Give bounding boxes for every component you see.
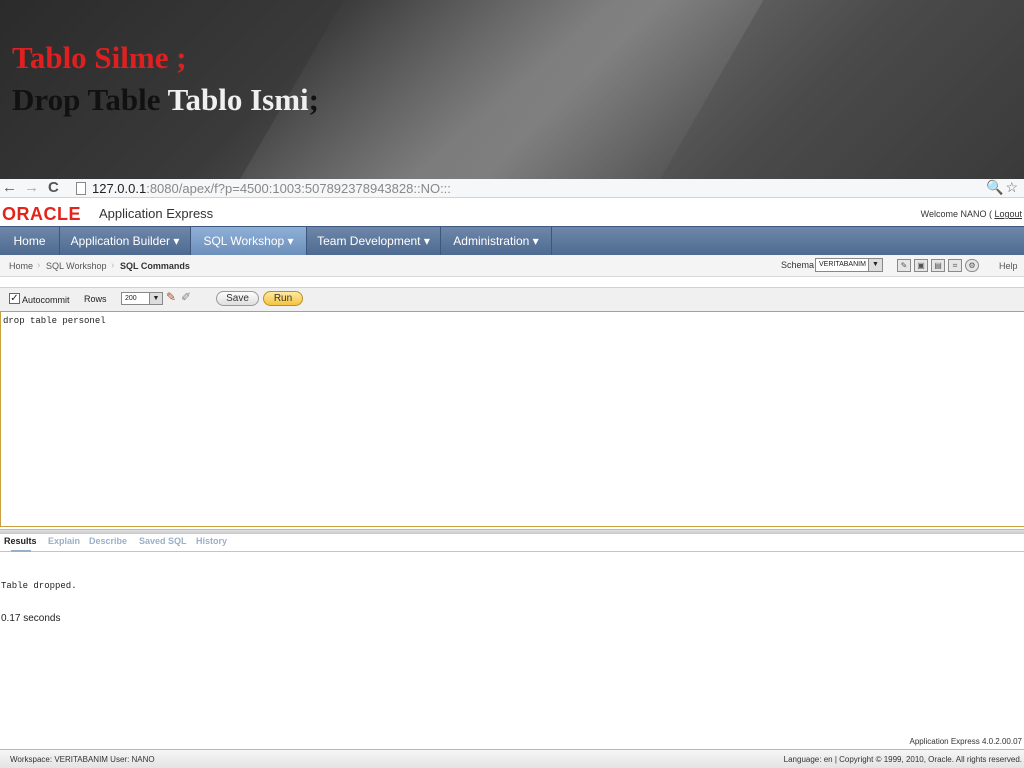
reload-icon[interactable]: C [48,179,59,196]
rows-select[interactable]: 200 ▼ [121,292,163,305]
url-path: :8080/apex/f?p=4500:1003:507892378943828… [146,181,451,196]
rows-value: 200 [125,295,137,302]
eraser-icon[interactable]: ✐ [181,290,191,304]
apex-header: ORACLE Application Express Welcome NANO … [0,199,1024,226]
autocommit-checkbox[interactable]: ✓ [9,293,20,304]
url-host: 127.0.0.1 [92,181,147,196]
gear-icon[interactable]: ⚙ [965,259,979,272]
status-bar: Workspace: VERITABANIM User: NANO Langua… [0,749,1024,768]
title-terminator: ; [308,82,319,117]
page-icon [76,182,86,195]
tab-results[interactable]: Results [4,536,37,546]
run-button[interactable]: Run [263,291,303,306]
breadcrumb-separator: › [37,260,41,271]
result-tabs: Results Explain Describe Saved SQL Histo… [0,535,1024,552]
breadcrumb-separator: › [111,260,115,271]
tab-explain[interactable]: Explain [48,536,80,546]
tab-describe[interactable]: Describe [89,536,127,546]
sql-toolbar: ✓ Autocommit Rows 200 ▼ ✎ ✐ Save Run [0,287,1024,312]
tab-saved-sql[interactable]: Saved SQL [139,536,187,546]
edit-icon[interactable]: ✎ [897,259,911,272]
autocommit-label: Autocommit [22,295,70,305]
tab-sql-workshop[interactable]: SQL Workshop ▾ [191,227,307,255]
window-icon[interactable]: ▣ [914,259,928,272]
slide-title-line1: Tablo Silme ; [12,40,187,75]
rows-label: Rows [84,294,107,304]
address-bar[interactable]: 127.0.0.1:8080/apex/f?p=4500:1003:507892… [92,180,451,197]
tab-team-development[interactable]: Team Development ▾ [307,227,441,255]
breadcrumb-sql-workshop[interactable]: SQL Workshop [46,261,107,271]
query-builder-icon[interactable]: ⌗ [948,259,962,272]
breadcrumb-sql-commands: SQL Commands [120,261,190,271]
oracle-logo: ORACLE [2,204,81,224]
sql-text: drop table personel [3,316,106,326]
chevron-down-icon: ▼ [868,259,882,271]
document-icon[interactable]: ▤ [931,259,945,272]
pane-splitter[interactable] [0,529,1024,534]
welcome-user: Welcome NANO ( [920,209,995,219]
main-nav: Home Application Builder ▾ SQL Workshop … [0,226,1024,255]
forward-arrow-icon[interactable]: → [24,179,39,196]
workspace-info: Workspace: VERITABANIM User: NANO [10,755,155,764]
save-button[interactable]: Save [216,291,259,306]
tab-home[interactable]: Home [0,227,60,255]
slide-header: Tablo Silme ; Drop Table Tablo Ismi; [0,0,1024,179]
browser-bar: ← → C 127.0.0.1:8080/apex/f?p=4500:1003:… [0,179,1024,198]
sql-editor[interactable]: drop table personel [0,312,1024,527]
version-text: Application Express 4.0.2.00.07 [909,737,1022,746]
product-name: Application Express [99,206,214,221]
zoom-star-icon[interactable]: 🔍☆ [986,179,1020,196]
breadcrumb: Home › SQL Workshop › SQL Commands Schem… [0,255,1024,277]
copyright-text: Language: en | Copyright © 1999, 2010, O… [783,755,1022,764]
schema-select[interactable]: VERITABANIM ▼ [815,258,883,272]
help-link[interactable]: Help [999,261,1018,271]
title-command: Drop Table [12,82,168,117]
title-placeholder: Tablo Ismi [167,82,309,117]
schema-value: VERITABANIM [819,261,866,268]
back-arrow-icon[interactable]: ← [2,179,17,196]
welcome-text: Welcome NANO ( Logout [921,209,1022,219]
tab-application-builder[interactable]: Application Builder ▾ [60,227,191,255]
slide-title-line2: Drop Table Tablo Ismi; [12,82,319,118]
tab-administration[interactable]: Administration ▾ [441,227,552,255]
schema-label: Schema [781,260,815,270]
chevron-down-icon: ▼ [149,293,162,304]
active-tab-indicator [11,550,31,552]
breadcrumb-home[interactable]: Home [9,261,33,271]
tab-history[interactable]: History [196,536,227,546]
pencil-icon[interactable]: ✎ [166,290,176,304]
logout-link[interactable]: Logout [994,209,1022,219]
result-message: Table dropped. [1,581,77,591]
result-time: 0.17 seconds [1,613,61,624]
